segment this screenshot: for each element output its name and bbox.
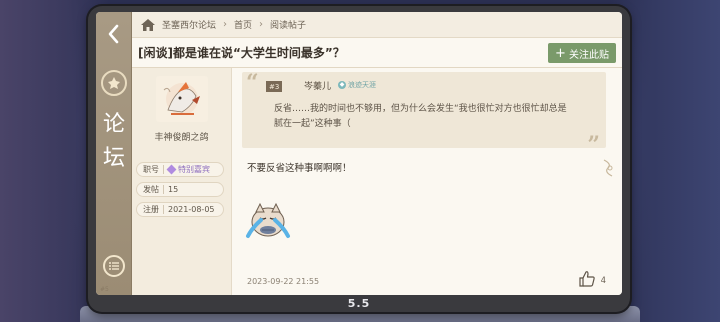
quote-floor-tag: #3 — [266, 81, 283, 92]
reply-text: 不要反省这种事啊啊啊！ — [247, 163, 352, 174]
sidebar-title-char-1: 论 — [102, 112, 125, 137]
author-registered-row: 注册 2021-08-05 — [136, 202, 224, 217]
reply-body: “ #3 岑蓁儿 ◆ 浪迹天涯 反省……我的时间也不够用，但为什么会发生“我也很… — [232, 68, 622, 295]
quoted-reply: “ #3 岑蓁儿 ◆ 浪迹天涯 反省……我的时间也不够用，但为什么会发生“我也很… — [242, 70, 606, 158]
device-label: 5.5 — [347, 297, 371, 310]
badge-icon: ◆ — [338, 81, 346, 89]
avatar[interactable] — [156, 76, 208, 122]
breadcrumb-current: 阅读帖子 — [270, 21, 307, 31]
left-sidebar: 论 坛 — [96, 12, 132, 295]
follow-post-label: 关注此贴 — [568, 49, 609, 61]
breadcrumb-home[interactable]: 首页 — [234, 18, 252, 31]
author-name[interactable]: 丰神俊朗之鸽 — [132, 130, 231, 143]
quote-username[interactable]: 岑蓁儿 — [304, 79, 331, 92]
author-posts-value: 15 — [168, 185, 179, 194]
next-floor-tag: #5 — [100, 286, 109, 293]
breadcrumb-forum[interactable]: 圣塞西尔论坛 — [162, 18, 216, 31]
author-panel: 丰神俊朗之鸽 职号 特别嘉宾 发帖 15 注册 2021-08-05 — [132, 68, 232, 295]
menu-icon — [109, 262, 119, 270]
breadcrumb: 圣塞西尔论坛 › 首页 › 阅读帖子 — [132, 12, 622, 38]
emblem-icon — [101, 70, 127, 96]
follow-post-button[interactable]: + 关注此贴 — [548, 43, 616, 63]
plus-icon: + — [555, 45, 566, 61]
forum-screen: 论 坛 圣塞西尔论坛 › 首页 › 阅读帖子 [闲谈]都是谁在说“大学生时间最多… — [96, 12, 622, 295]
quote-open-icon: “ — [246, 70, 259, 96]
reply-timestamp: 2023-09-22 21:55 — [247, 277, 320, 286]
home-icon[interactable] — [140, 18, 156, 32]
quote-close-icon: ” — [587, 132, 600, 158]
like-count: 4 — [600, 276, 606, 286]
quote-text: 反省……我的时间也不够用，但为什么会发生“我也很忙对方也很忙却总是腻在一起”这种… — [274, 104, 567, 129]
sidebar-title-char-2: 坛 — [102, 146, 125, 171]
post-header: [闲谈]都是谁在说“大学生时间最多”？ + 关注此贴 — [132, 38, 622, 68]
back-chevron-icon — [108, 24, 119, 44]
author-role-value: 特别嘉宾 — [166, 164, 210, 175]
back-button[interactable] — [104, 22, 124, 46]
like-icon[interactable] — [578, 270, 596, 288]
menu-button[interactable] — [103, 255, 125, 277]
breadcrumb-separator-icon: › — [223, 19, 228, 30]
author-registered-value: 2021-08-05 — [168, 205, 215, 214]
crying-sticker-icon — [246, 202, 290, 238]
breadcrumb-separator-icon: › — [259, 19, 264, 30]
author-posts-row: 发帖 15 — [136, 182, 224, 197]
quote-badge-label: 浪迹天涯 — [348, 81, 376, 89]
author-role-row: 职号 特别嘉宾 — [136, 162, 224, 177]
post-content: 丰神俊朗之鸽 职号 特别嘉宾 发帖 15 注册 2021-08-05 “ #3 … — [132, 68, 622, 295]
author-role-key: 职号 — [143, 165, 159, 174]
quote-user-badge: ◆ 浪迹天涯 — [338, 80, 376, 90]
author-registered-key: 注册 — [143, 205, 159, 214]
decoration-icon — [603, 159, 613, 177]
author-posts-key: 发帖 — [143, 185, 159, 194]
post-title: [闲谈]都是谁在说“大学生时间最多”？ — [138, 46, 345, 60]
author-role-text: 特别嘉宾 — [178, 165, 210, 174]
vip-gem-icon — [166, 164, 177, 175]
